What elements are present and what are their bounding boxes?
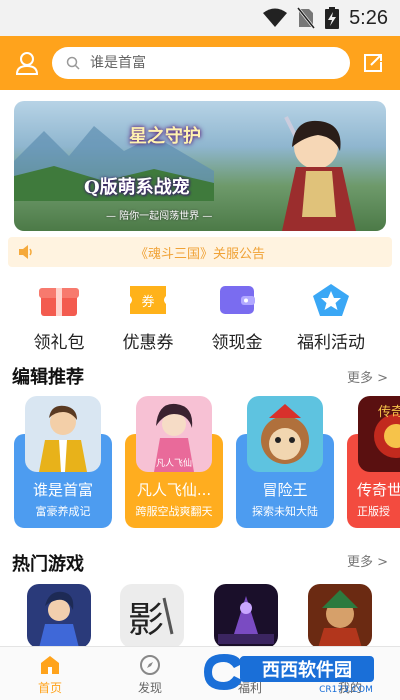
gift-icon	[39, 288, 79, 316]
nav-home[interactable]: 首页	[10, 647, 90, 700]
battery-charging-icon	[325, 7, 340, 29]
notice-bar[interactable]: 《魂斗三国》关服公告	[8, 237, 392, 267]
banner-subtitle: — 陪你一起闯荡世界 —	[106, 211, 213, 222]
hot-games-more-link[interactable]: 更多 >	[347, 551, 388, 570]
coupon-icon: 券	[130, 286, 166, 314]
game-card-tag: 跨服空战爽翻天	[135, 505, 213, 518]
svg-text:影: 影	[128, 600, 164, 641]
quick-link-label: 优惠券	[122, 333, 174, 353]
game-card-name: 凡人飞仙...	[136, 481, 212, 499]
quick-link-label: 福利活动	[297, 333, 365, 353]
quick-link-label: 领礼包	[33, 333, 85, 353]
banner-character-illustration	[282, 116, 356, 231]
nav-discover[interactable]: 发现	[110, 647, 190, 700]
game-hero-icon[interactable]	[27, 584, 91, 648]
game-dark-icon[interactable]	[214, 584, 278, 648]
quick-link-cash[interactable]: 领现金	[192, 280, 282, 353]
share-button[interactable]	[358, 48, 388, 78]
discover-icon	[140, 655, 160, 675]
editor-picks-title: 编辑推荐	[12, 367, 84, 388]
search-input[interactable]	[90, 55, 320, 71]
game-card-3[interactable]: 冒险王 探索未知大陆	[236, 396, 334, 528]
nav-label: 首页	[37, 681, 62, 695]
game-card-name: 冒险王	[262, 481, 308, 499]
status-bar: 5:26	[0, 0, 400, 36]
notice-text: 《魂斗三国》关服公告	[134, 246, 265, 262]
share-icon	[364, 54, 382, 72]
game-card-1[interactable]: 谁是首富 富豪养成记	[14, 396, 112, 528]
game-card-name: 谁是首富	[32, 481, 93, 499]
nav-label: 发现	[137, 681, 162, 695]
banner-title: Q版萌系战宠	[84, 177, 190, 198]
home-icon	[41, 656, 59, 674]
user-profile-button[interactable]	[12, 48, 42, 78]
svg-text:传奇: 传奇	[378, 404, 400, 420]
game-icon-legend: 传奇	[358, 396, 400, 472]
top-header	[0, 36, 400, 90]
game-card-tag: 富豪养成记	[35, 505, 91, 518]
svg-text:券: 券	[141, 294, 154, 310]
watermark-text: 西西软件园	[262, 659, 352, 681]
game-icon-immortal: 凡人飞仙	[136, 396, 212, 472]
game-card-tag: 正版授	[357, 505, 390, 518]
quick-link-welfare[interactable]: 福利活动	[281, 280, 381, 353]
quick-link-coupon[interactable]: 券 优惠券	[103, 280, 193, 353]
status-icons: 5:26	[263, 6, 388, 30]
star-badge-icon	[313, 284, 349, 316]
editor-picks-more-link[interactable]: 更多 >	[347, 367, 388, 386]
no-sim-icon	[297, 7, 316, 29]
wifi-icon	[263, 8, 288, 27]
game-card-name: 传奇世	[357, 481, 400, 499]
quick-link-gift[interactable]: 领礼包	[14, 280, 104, 353]
search-bar[interactable]	[52, 47, 350, 79]
user-icon	[15, 52, 39, 75]
game-card-4[interactable]: 传奇 传奇世 正版授	[347, 396, 400, 528]
svg-text:凡人飞仙: 凡人飞仙	[156, 457, 192, 469]
banner-game-logo: 星之守护	[129, 126, 201, 147]
game-warrior-icon[interactable]	[308, 584, 372, 648]
game-card-2[interactable]: 凡人飞仙 凡人飞仙... 跨服空战爽翻天	[125, 396, 223, 528]
search-icon	[66, 56, 80, 70]
hot-games-title: 热门游戏	[12, 554, 84, 575]
game-ying-icon[interactable]: 影	[120, 584, 184, 648]
game-icon-adventure	[247, 396, 323, 472]
watermark-logo: 西西软件园 CR173.COM	[204, 654, 374, 694]
quick-link-label: 领现金	[211, 333, 263, 353]
watermark-url: CR173.COM	[319, 685, 373, 694]
promo-banner[interactable]: 星之守护 Q版萌系战宠 — 陪你一起闯荡世界 —	[14, 101, 386, 231]
status-time: 5:26	[349, 6, 388, 29]
wallet-icon	[220, 286, 255, 314]
game-icon-tycoon	[25, 396, 101, 472]
game-card-tag: 探索未知大陆	[252, 505, 318, 518]
